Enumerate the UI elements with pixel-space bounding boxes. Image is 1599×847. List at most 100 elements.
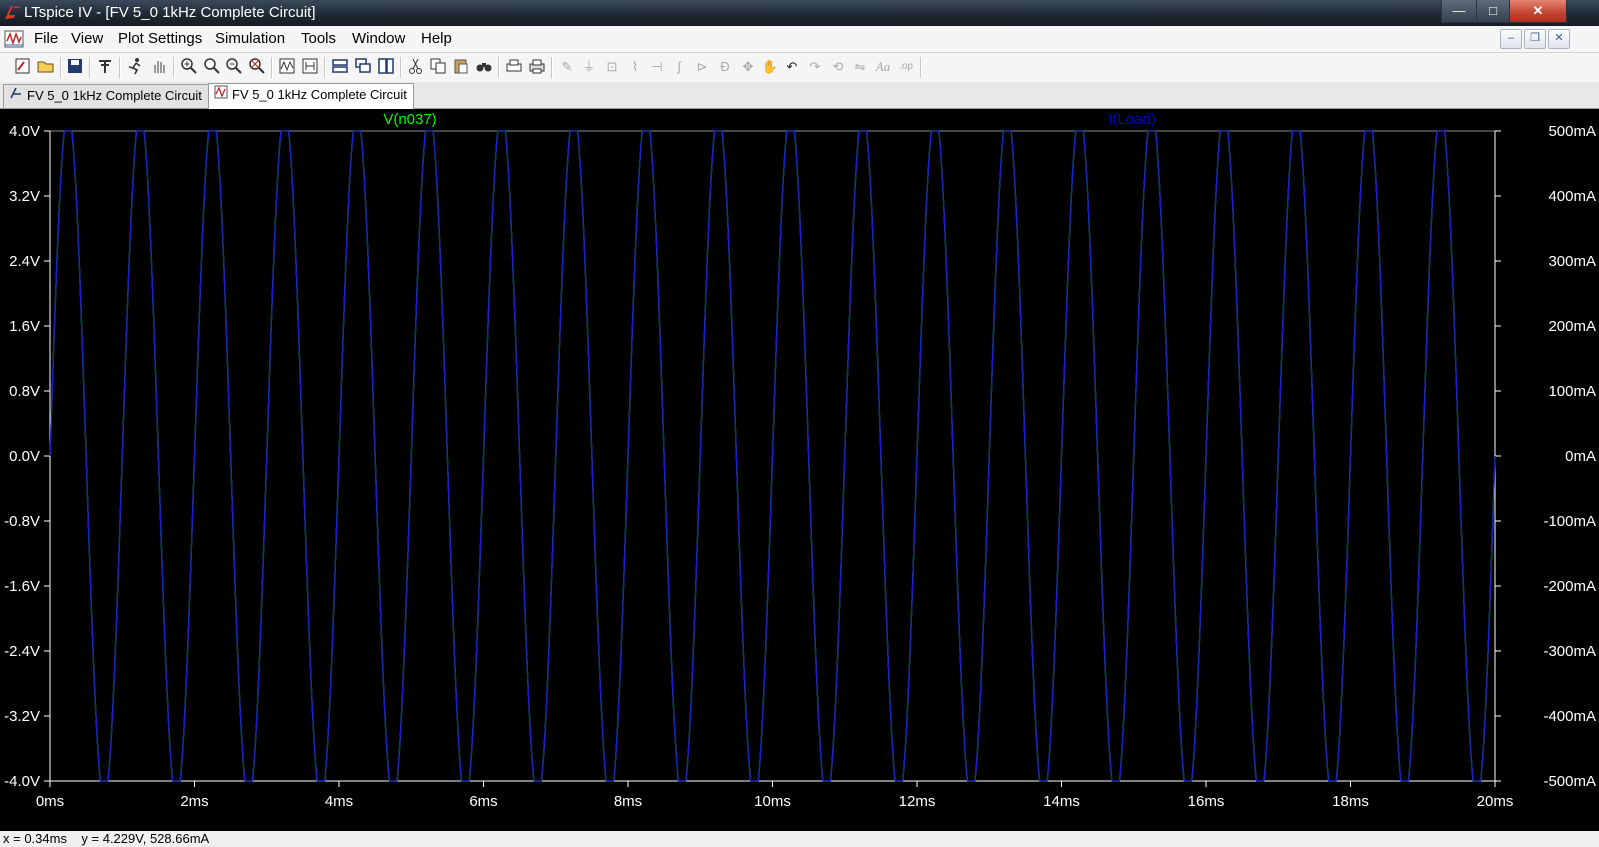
waveform-chart[interactable]: 4.0V 3.2V 2.4V 1.6V 0.8V 0.0V -0.8V -1.6V -2.4V -… bbox=[0, 109, 1599, 831]
ground-icon[interactable]: ⏚ bbox=[579, 57, 599, 77]
rotate-icon[interactable]: ⟲ bbox=[828, 57, 848, 77]
toolbar-separator bbox=[400, 57, 402, 78]
undo-icon[interactable]: ↶ bbox=[782, 57, 802, 77]
y-right-tick-label: 100mA bbox=[1548, 383, 1596, 400]
open-folder-icon[interactable] bbox=[36, 57, 56, 77]
x-tick-label: 6ms bbox=[469, 793, 497, 810]
y-left-tick-label: 0.8V bbox=[9, 383, 40, 400]
tile-vertical-icon[interactable] bbox=[376, 57, 396, 77]
document-tab-bar: FV 5_0 1kHz Complete Circuit FV 5_0 1kHz… bbox=[0, 82, 1599, 109]
mdi-minimize-button[interactable]: – bbox=[1500, 29, 1522, 49]
toolbar-separator bbox=[551, 57, 553, 78]
toolbar-separator bbox=[60, 57, 62, 78]
menu-tools[interactable]: Tools bbox=[301, 30, 336, 47]
y-right-tick-label: -100mA bbox=[1543, 513, 1596, 530]
y-left-tick-label: 3.2V bbox=[9, 188, 40, 205]
find-icon[interactable] bbox=[474, 57, 494, 77]
menu-file[interactable]: File bbox=[34, 30, 58, 47]
redo-icon[interactable]: ↷ bbox=[805, 57, 825, 77]
y-right-tick-label: 200mA bbox=[1548, 318, 1596, 335]
move-icon[interactable]: ✥ bbox=[738, 57, 758, 77]
schematic-icon bbox=[8, 85, 24, 107]
menu-simulation[interactable]: Simulation bbox=[215, 30, 285, 47]
y-right-tick-label: -300mA bbox=[1543, 643, 1596, 660]
close-icon: ✕ bbox=[1532, 3, 1544, 18]
y-right-tick-label: -200mA bbox=[1543, 578, 1596, 595]
y-right-tick-label: -400mA bbox=[1543, 708, 1596, 725]
tab-waveform[interactable]: FV 5_0 1kHz Complete Circuit bbox=[208, 83, 414, 109]
trace-label-vn037[interactable]: V(n037) bbox=[383, 111, 436, 128]
x-tick-label: 2ms bbox=[180, 793, 208, 810]
window-title: LTspice IV - [FV 5_0 1kHz Complete Circu… bbox=[24, 4, 316, 21]
minimize-icon: — bbox=[1452, 3, 1466, 18]
tab-schematic[interactable]: FV 5_0 1kHz Complete Circuit bbox=[3, 84, 209, 108]
waveform-window-icon[interactable] bbox=[4, 29, 24, 49]
spice-directive-icon[interactable]: .op bbox=[896, 57, 916, 77]
toolbar-separator bbox=[173, 57, 175, 78]
save-icon[interactable] bbox=[65, 57, 85, 77]
mdi-close-button[interactable]: ✕ bbox=[1548, 29, 1570, 49]
y-left-tick-label: -2.4V bbox=[4, 643, 40, 660]
trace-label-iload[interactable]: I(Load) bbox=[1108, 111, 1156, 128]
menu-bar: File View Plot Settings Simulation Tools… bbox=[0, 26, 1599, 53]
tab-label: FV 5_0 1kHz Complete Circuit bbox=[27, 88, 202, 103]
mdi-restore-button[interactable]: ❐ bbox=[1524, 29, 1546, 49]
control-panel-icon[interactable] bbox=[95, 57, 115, 77]
print-preview-icon[interactable] bbox=[504, 57, 524, 77]
close-button[interactable]: ✕ bbox=[1509, 0, 1567, 23]
resistor-icon[interactable]: ⌇ bbox=[625, 57, 645, 77]
paste-icon[interactable] bbox=[451, 57, 471, 77]
pan-hand-icon[interactable] bbox=[149, 57, 169, 77]
menu-window[interactable]: Window bbox=[352, 30, 405, 47]
y-left-tick-label: -3.2V bbox=[4, 708, 40, 725]
run-icon[interactable] bbox=[125, 57, 145, 77]
restore-icon: ❐ bbox=[1530, 32, 1540, 44]
minimize-button[interactable]: — bbox=[1441, 0, 1477, 23]
y-right-tick-label: 400mA bbox=[1548, 188, 1596, 205]
waveform-plot-pane[interactable]: 4.0V 3.2V 2.4V 1.6V 0.8V 0.0V -0.8V -1.6V -2.4V -… bbox=[0, 109, 1599, 831]
toolbar-separator bbox=[89, 57, 91, 78]
component-icon[interactable]: Ð bbox=[715, 57, 735, 77]
label-net-icon[interactable]: ⊡ bbox=[602, 57, 622, 77]
waveform-icon bbox=[213, 84, 229, 106]
maximize-button[interactable]: □ bbox=[1476, 0, 1510, 23]
wire-icon[interactable]: ✎ bbox=[557, 57, 577, 77]
cursor-readout: x = 0.34ms y = 4.229V, 528.66mA bbox=[3, 831, 210, 846]
ltspice-logo-icon bbox=[5, 6, 21, 19]
drag-icon[interactable]: ✋ bbox=[760, 57, 780, 77]
copy-icon[interactable] bbox=[428, 57, 448, 77]
y-left-tick-label: -0.8V bbox=[4, 513, 40, 530]
text-icon[interactable]: Aa bbox=[873, 57, 893, 77]
title-bar: LTspice IV - [FV 5_0 1kHz Complete Circu… bbox=[0, 0, 1599, 26]
cascade-icon[interactable] bbox=[353, 57, 373, 77]
menu-help[interactable]: Help bbox=[421, 30, 452, 47]
zoom-in-icon[interactable] bbox=[179, 57, 199, 77]
x-tick-label: 20ms bbox=[1477, 793, 1514, 810]
x-tick-label: 12ms bbox=[899, 793, 936, 810]
mirror-icon[interactable]: ⇋ bbox=[850, 57, 870, 77]
x-tick-label: 0ms bbox=[36, 793, 64, 810]
y-right-tick-label: -500mA bbox=[1543, 773, 1596, 790]
zoom-area-icon[interactable] bbox=[202, 57, 222, 77]
minimize-icon: – bbox=[1507, 32, 1515, 44]
zoom-fit-icon[interactable] bbox=[247, 57, 267, 77]
x-tick-label: 18ms bbox=[1332, 793, 1369, 810]
toolbar: ✎ ⏚ ⊡ ⌇ ⊣ ∫ ⊳ Ð ✥ ✋ ↶ ↷ ⟲ ⇋ Aa .op bbox=[0, 53, 1599, 83]
menu-plot-settings[interactable]: Plot Settings bbox=[118, 30, 202, 47]
autorange-icon[interactable] bbox=[277, 57, 297, 77]
zoom-out-icon[interactable] bbox=[224, 57, 244, 77]
inductor-icon[interactable]: ∫ bbox=[669, 57, 689, 77]
diode-icon[interactable]: ⊳ bbox=[692, 57, 712, 77]
capacitor-icon[interactable]: ⊣ bbox=[647, 57, 667, 77]
print-icon[interactable] bbox=[527, 57, 547, 77]
x-tick-label: 8ms bbox=[614, 793, 642, 810]
toolbar-separator bbox=[920, 57, 922, 78]
new-schematic-icon[interactable] bbox=[13, 57, 33, 77]
tile-horizontal-icon[interactable] bbox=[330, 57, 350, 77]
y-left-tick-label: 1.6V bbox=[9, 318, 40, 335]
maximize-icon: □ bbox=[1489, 3, 1497, 18]
cut-icon[interactable] bbox=[406, 57, 426, 77]
y-left-tick-label: 0.0V bbox=[9, 448, 40, 465]
mark-plot-icon[interactable] bbox=[300, 57, 320, 77]
menu-view[interactable]: View bbox=[71, 30, 103, 47]
